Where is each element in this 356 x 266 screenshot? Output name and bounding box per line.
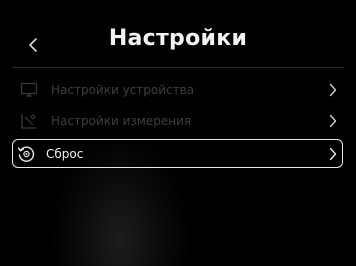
chevron-right-icon (326, 112, 340, 130)
menu-item-reset[interactable]: Сброс (12, 139, 343, 168)
chevron-right-icon (326, 145, 340, 163)
menu-item-label: Сброс (46, 146, 84, 161)
menu-item-device-settings[interactable]: Настройки устройства (12, 76, 342, 104)
chevron-right-icon (326, 81, 340, 99)
header-divider (12, 67, 344, 68)
menu-item-label: Настройки устройства (51, 83, 195, 97)
header: Настройки (0, 0, 356, 62)
page-title: Настройки (108, 26, 248, 51)
reset-icon (16, 144, 36, 164)
measurement-icon (19, 111, 39, 131)
settings-screen: Настройки Настройки устройства Настройки… (0, 0, 356, 266)
monitor-icon (19, 80, 39, 100)
menu-item-measurement-settings[interactable]: Настройки измерения (12, 107, 342, 135)
menu-item-label: Настройки измерения (51, 114, 192, 128)
